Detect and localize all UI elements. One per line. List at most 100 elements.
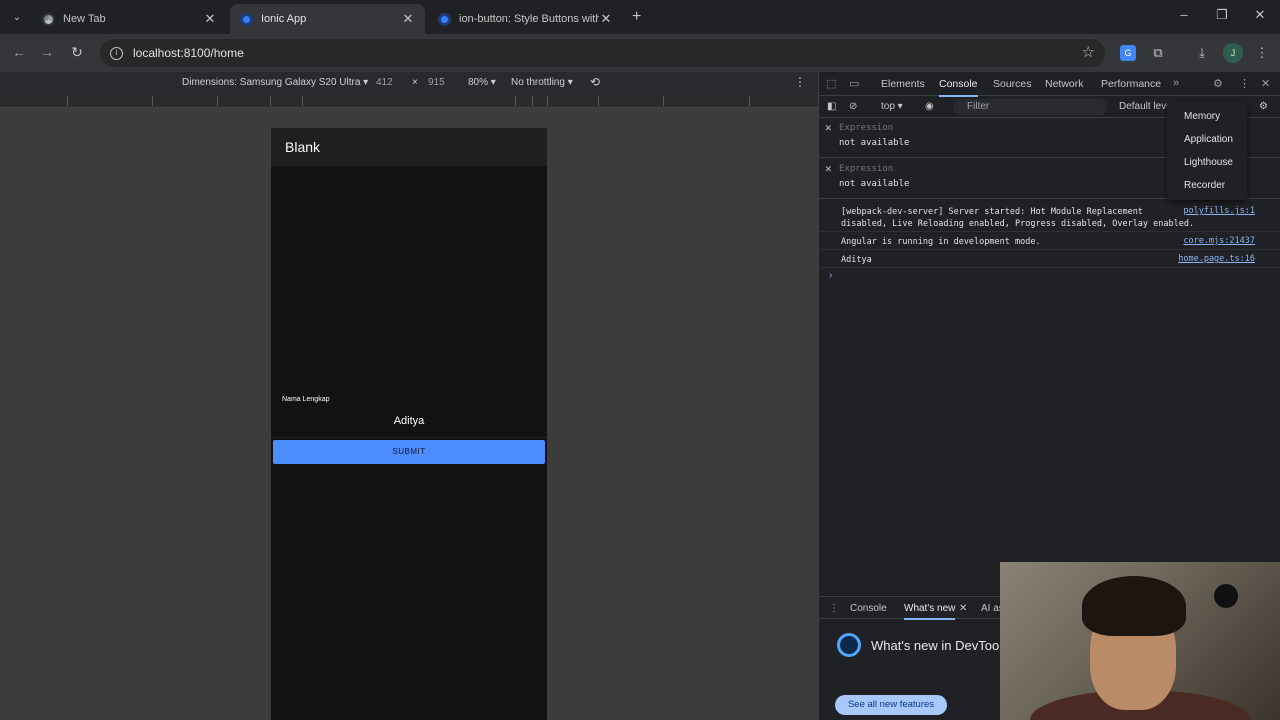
device-dimensions-select[interactable]: Dimensions: Samsung Galaxy S20 Ultra ▾ bbox=[182, 77, 368, 88]
tab-label: New Tab bbox=[63, 13, 106, 25]
devtools-tab-console[interactable]: Console bbox=[939, 78, 978, 97]
window-close-icon[interactable]: ✕ bbox=[1252, 7, 1268, 23]
download-icon[interactable]: ⤓ bbox=[1194, 45, 1210, 61]
devtools-tab-network[interactable]: Network bbox=[1045, 78, 1084, 90]
menu-item-lighthouse[interactable]: Lighthouse bbox=[1184, 157, 1233, 168]
inspect-element-icon[interactable]: ⬚ bbox=[826, 77, 836, 90]
close-icon[interactable]: ✕ bbox=[599, 11, 613, 27]
clear-console-icon[interactable]: ⊘ bbox=[849, 101, 857, 112]
expression-value: not available bbox=[839, 179, 910, 189]
background-lamp bbox=[1214, 584, 1238, 608]
bookmark-star-icon[interactable]: ☆ bbox=[1082, 43, 1095, 61]
whats-new-title: What's new in DevToo bbox=[871, 638, 1000, 653]
browser-toolbar: ← → ↻ i localhost:8100/home ☆ G ⧉ ⤓ J ⋮ bbox=[0, 34, 1280, 72]
log-line: disabled, Live Reloading enabled, Progre… bbox=[841, 219, 1195, 229]
tab-ion-button[interactable]: ion-button: Style Buttons with C ✕ bbox=[428, 4, 623, 34]
log-message: [webpack-dev-server] Server started: Hot… bbox=[841, 206, 1194, 230]
translate-icon[interactable]: G bbox=[1120, 45, 1136, 61]
extensions-icon[interactable]: ⧉ bbox=[1150, 45, 1166, 61]
remove-expression-icon[interactable]: ✕ bbox=[825, 162, 832, 175]
media-query-ruler bbox=[0, 94, 818, 108]
site-info-icon[interactable]: i bbox=[110, 46, 123, 60]
expression-value: not available bbox=[839, 138, 910, 148]
menu-item-memory[interactable]: Memory bbox=[1184, 111, 1220, 122]
console-log-row: Angular is running in development mode. … bbox=[819, 232, 1280, 250]
ionic-icon bbox=[240, 12, 253, 26]
menu-kebab-icon[interactable]: ⋮ bbox=[1254, 45, 1270, 61]
webcam-overlay bbox=[1000, 562, 1280, 720]
device-height[interactable]: 915 bbox=[428, 77, 445, 88]
close-icon[interactable]: ✕ bbox=[203, 11, 217, 27]
tab-label: ion-button: Style Buttons with C bbox=[459, 13, 599, 25]
more-tabs-icon[interactable]: » bbox=[1173, 77, 1179, 89]
devtools-tab-bar: ⬚ ▭ Elements Console Sources Network Per… bbox=[819, 72, 1280, 97]
sidebar-toggle-icon[interactable]: ◧ bbox=[827, 101, 836, 112]
close-icon[interactable]: ✕ bbox=[959, 603, 967, 614]
drawer-tab-console[interactable]: Console bbox=[850, 603, 887, 614]
log-levels-select[interactable]: Default leve bbox=[1119, 101, 1172, 112]
address-url: localhost:8100/home bbox=[133, 46, 244, 60]
device-more-icon[interactable]: ⋮ bbox=[794, 75, 806, 89]
menu-item-application[interactable]: Application bbox=[1184, 134, 1233, 145]
console-filter-input[interactable]: Filter bbox=[953, 99, 1107, 115]
ionic-icon bbox=[438, 12, 451, 26]
console-settings-gear-icon[interactable]: ⚙ bbox=[1259, 101, 1268, 112]
context-select[interactable]: top ▾ bbox=[881, 101, 903, 112]
devtools-close-icon[interactable]: ✕ bbox=[1261, 77, 1270, 90]
menu-item-recorder[interactable]: Recorder bbox=[1184, 180, 1225, 191]
expression-label[interactable]: Expression bbox=[839, 164, 893, 174]
device-toggle-icon[interactable]: ▭ bbox=[849, 77, 859, 90]
new-tab-plus-icon[interactable]: + bbox=[632, 8, 641, 26]
back-arrow-icon[interactable]: ← bbox=[10, 44, 28, 60]
drawer-more-icon[interactable]: ⋮ bbox=[829, 603, 839, 614]
chrome-icon bbox=[42, 12, 55, 26]
devtools-tab-elements[interactable]: Elements bbox=[881, 78, 925, 90]
nama-lengkap-input[interactable]: Aditya bbox=[271, 404, 547, 438]
console-log-row: [webpack-dev-server] Server started: Hot… bbox=[819, 202, 1280, 232]
address-bar[interactable]: i localhost:8100/home ☆ bbox=[100, 39, 1105, 67]
device-screen: Blank Nama Lengkap Aditya SUBMIT bbox=[271, 128, 547, 720]
settings-gear-icon[interactable]: ⚙ bbox=[1213, 77, 1223, 90]
log-source-link[interactable]: polyfills.js:1 bbox=[1183, 206, 1255, 216]
zoom-select[interactable]: 80% ▾ bbox=[468, 77, 496, 88]
log-source-link[interactable]: home.page.ts:16 bbox=[1178, 254, 1255, 264]
devtools-tab-sources[interactable]: Sources bbox=[993, 78, 1032, 90]
device-toolbar: Dimensions: Samsung Galaxy S20 Ultra ▾ 4… bbox=[0, 72, 818, 94]
expression-label[interactable]: Expression bbox=[839, 123, 893, 133]
remove-expression-icon[interactable]: ✕ bbox=[825, 121, 832, 134]
forward-arrow-icon[interactable]: → bbox=[38, 44, 56, 60]
live-expression-eye-icon[interactable]: ◉ bbox=[925, 101, 934, 112]
log-line: [webpack-dev-server] Server started: Hot… bbox=[841, 207, 1143, 217]
console-prompt[interactable]: › bbox=[829, 270, 832, 281]
tab-search-icon[interactable]: ⌄ bbox=[8, 8, 26, 26]
drawer-tab-whats-new[interactable]: What's new bbox=[904, 603, 956, 620]
profile-avatar[interactable]: J bbox=[1223, 43, 1243, 63]
minimize-icon[interactable]: – bbox=[1176, 7, 1192, 22]
tab-new-tab[interactable]: New Tab ✕ bbox=[32, 4, 227, 34]
log-source-link[interactable]: core.mjs:21437 bbox=[1183, 236, 1255, 246]
submit-button[interactable]: SUBMIT bbox=[273, 440, 545, 464]
app-header-title: Blank bbox=[271, 128, 547, 166]
log-message: Angular is running in development mode. bbox=[841, 237, 1041, 247]
dimension-times: × bbox=[412, 77, 418, 88]
filter-placeholder: Filter bbox=[967, 101, 990, 112]
page-viewport: Dimensions: Samsung Galaxy S20 Ultra ▾ 4… bbox=[0, 72, 818, 720]
devtools-more-icon[interactable]: ⋮ bbox=[1239, 77, 1250, 90]
more-tabs-menu: Memory Application Lighthouse Recorder bbox=[1167, 102, 1247, 200]
see-all-features-button[interactable]: See all new features bbox=[835, 695, 947, 715]
log-message: Aditya bbox=[841, 255, 872, 265]
rotate-icon[interactable]: ⟲ bbox=[590, 75, 600, 89]
field-label: Nama Lengkap bbox=[282, 396, 330, 403]
close-icon[interactable]: ✕ bbox=[401, 11, 415, 27]
tab-ionic-app[interactable]: Ionic App ✕ bbox=[230, 4, 425, 34]
devtools-tab-performance[interactable]: Performance bbox=[1101, 78, 1161, 90]
throttling-select[interactable]: No throttling ▾ bbox=[511, 77, 573, 88]
restore-icon[interactable]: ❐ bbox=[1214, 7, 1230, 23]
tab-label: Ionic App bbox=[261, 13, 307, 25]
presenter-hair bbox=[1082, 576, 1186, 636]
device-width[interactable]: 412 bbox=[376, 77, 393, 88]
tab-strip: ⌄ New Tab ✕ Ionic App ✕ ion-button: Styl… bbox=[0, 0, 1280, 34]
devtools-logo-icon bbox=[837, 633, 861, 657]
console-log-row: Aditya home.page.ts:16 bbox=[819, 250, 1280, 268]
reload-icon[interactable]: ↻ bbox=[68, 44, 86, 61]
